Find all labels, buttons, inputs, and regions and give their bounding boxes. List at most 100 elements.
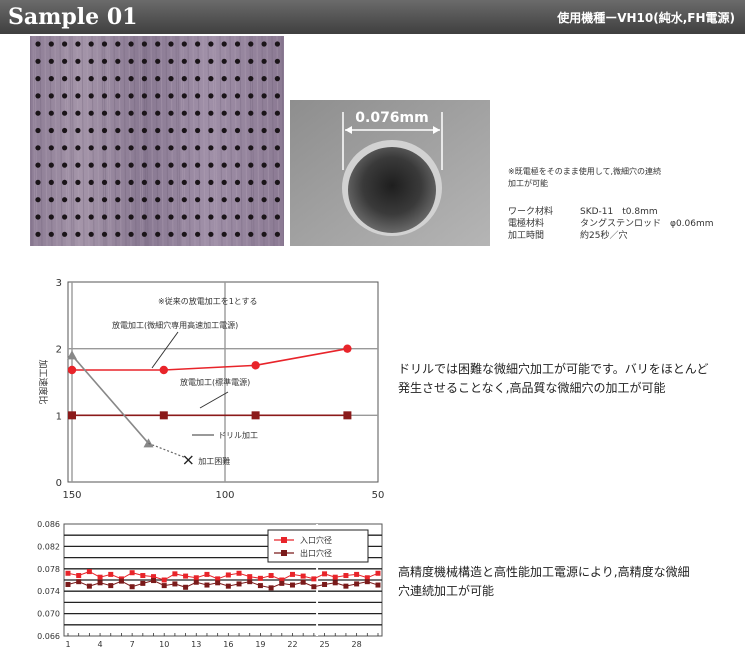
hole-dot: [101, 214, 108, 220]
hole-dot: [141, 110, 147, 116]
desc2-line2: 穴連続加工が可能: [398, 584, 495, 598]
legend-label: 入口穴径: [300, 535, 332, 545]
hole-dot: [234, 110, 241, 116]
spec-value: タングステンロッド φ0.06mm: [580, 219, 714, 229]
data-point-square: [172, 581, 178, 587]
x-tick-label: 10: [159, 640, 169, 649]
texture-line: [212, 36, 216, 246]
hole-dot: [261, 231, 267, 237]
data-point-square: [236, 581, 242, 587]
desc1-line2: 発生させることなく,高品質な微細穴の加工が可能: [398, 381, 666, 395]
hole-dot: [274, 58, 280, 64]
desc2-line1: 高精度機械構造と高性能加工電源により,高精度な微細: [398, 565, 690, 579]
data-point-square: [151, 578, 157, 584]
data-point-square: [68, 411, 76, 420]
hole-dot: [155, 127, 161, 134]
annotation-label: 加工困難: [198, 456, 230, 466]
hole-dot: [208, 179, 214, 185]
hole-dot: [168, 231, 174, 237]
hole-dot: [115, 76, 121, 82]
hole-dot: [88, 110, 94, 116]
hole-dot: [181, 197, 187, 203]
hole-dot: [261, 110, 267, 116]
x-tick-label: 4: [98, 640, 103, 649]
sem-photo: 0.076mm: [290, 100, 490, 246]
texture-line: [234, 36, 238, 246]
hole-dot: [75, 76, 81, 82]
hole-dot: [181, 58, 187, 64]
data-point-square: [204, 582, 210, 588]
hole-dot: [181, 93, 187, 99]
data-point-square: [375, 570, 381, 576]
data-point-square: [364, 579, 370, 585]
hole-dot: [155, 197, 161, 203]
hole-dot: [155, 93, 161, 99]
hole-dot: [35, 41, 41, 47]
data-point-square: [247, 579, 253, 585]
hole-dot: [115, 197, 121, 203]
hole-dot: [261, 162, 267, 168]
data-point-square: [108, 571, 114, 577]
data-point-square: [183, 573, 189, 579]
x-tick-label: 150: [62, 490, 81, 501]
hole-dot: [234, 127, 241, 134]
hole-dot: [88, 214, 94, 220]
hole-dot: [75, 145, 81, 151]
data-point-square: [118, 578, 124, 584]
texture-line: [71, 36, 75, 246]
hole-dot: [168, 162, 174, 168]
hole-dot: [195, 231, 201, 237]
hole-dot: [274, 214, 280, 220]
hole-dot: [101, 41, 108, 47]
hole-dot: [261, 179, 267, 185]
hole-dot: [208, 93, 214, 99]
hole-diameter-chart: 0.086 0.082 0.078 0.074 0.070 0.066 1 4 7 10 13 16 1…: [37, 520, 383, 649]
hole-dot: [168, 145, 174, 151]
hole-dot: [75, 214, 81, 220]
hole-dot: [88, 58, 94, 64]
hole-dot: [168, 197, 174, 203]
data-point-square: [311, 576, 317, 582]
hole-dot: [234, 76, 241, 82]
hole-dot: [35, 93, 41, 99]
hole-dot: [101, 179, 108, 185]
y-axis-label: 加工速度比: [37, 359, 49, 404]
hole-dot: [195, 197, 201, 203]
hole-dot: [101, 162, 108, 168]
hole-dot: [141, 162, 147, 168]
data-point-square: [354, 571, 360, 577]
hole-dot: [168, 179, 174, 185]
texture-line: [239, 36, 243, 246]
data-point-square: [236, 570, 242, 576]
machine-subtitle: 使用機種ーVH10(純水,FH電源): [557, 11, 735, 25]
y-tick-label: 0.074: [37, 587, 60, 596]
data-point-circle: [343, 344, 352, 353]
hole-dot: [75, 110, 81, 116]
y-tick-label: 0.078: [37, 565, 60, 574]
hole-dot: [88, 41, 94, 47]
hole-dot: [75, 231, 81, 237]
y-tick-label: 2: [56, 345, 62, 356]
hole-dot: [88, 145, 94, 151]
texture-line: [175, 36, 179, 246]
hole-dot: [88, 162, 94, 168]
texture-line: [192, 36, 196, 246]
data-point-square: [343, 573, 349, 579]
hole-dot: [234, 179, 241, 185]
hole-dot: [48, 76, 54, 82]
texture-line: [106, 36, 110, 246]
texture-line: [96, 36, 100, 246]
hole-dot: [101, 93, 108, 99]
data-point-square: [129, 570, 135, 576]
hole-dot: [141, 214, 147, 220]
data-point-square: [204, 571, 210, 577]
precision-description: 高精度機械構造と高性能加工電源により,高精度な微細 穴連続加工が可能: [398, 563, 690, 601]
data-point-square: [322, 581, 328, 587]
hole-dot: [195, 214, 201, 220]
hole-dot: [168, 214, 174, 220]
hole-dot: [141, 197, 147, 203]
hole-dot: [168, 110, 174, 116]
hole-dot: [62, 214, 68, 220]
hole-dot: [168, 93, 174, 99]
data-point-square: [332, 574, 338, 580]
